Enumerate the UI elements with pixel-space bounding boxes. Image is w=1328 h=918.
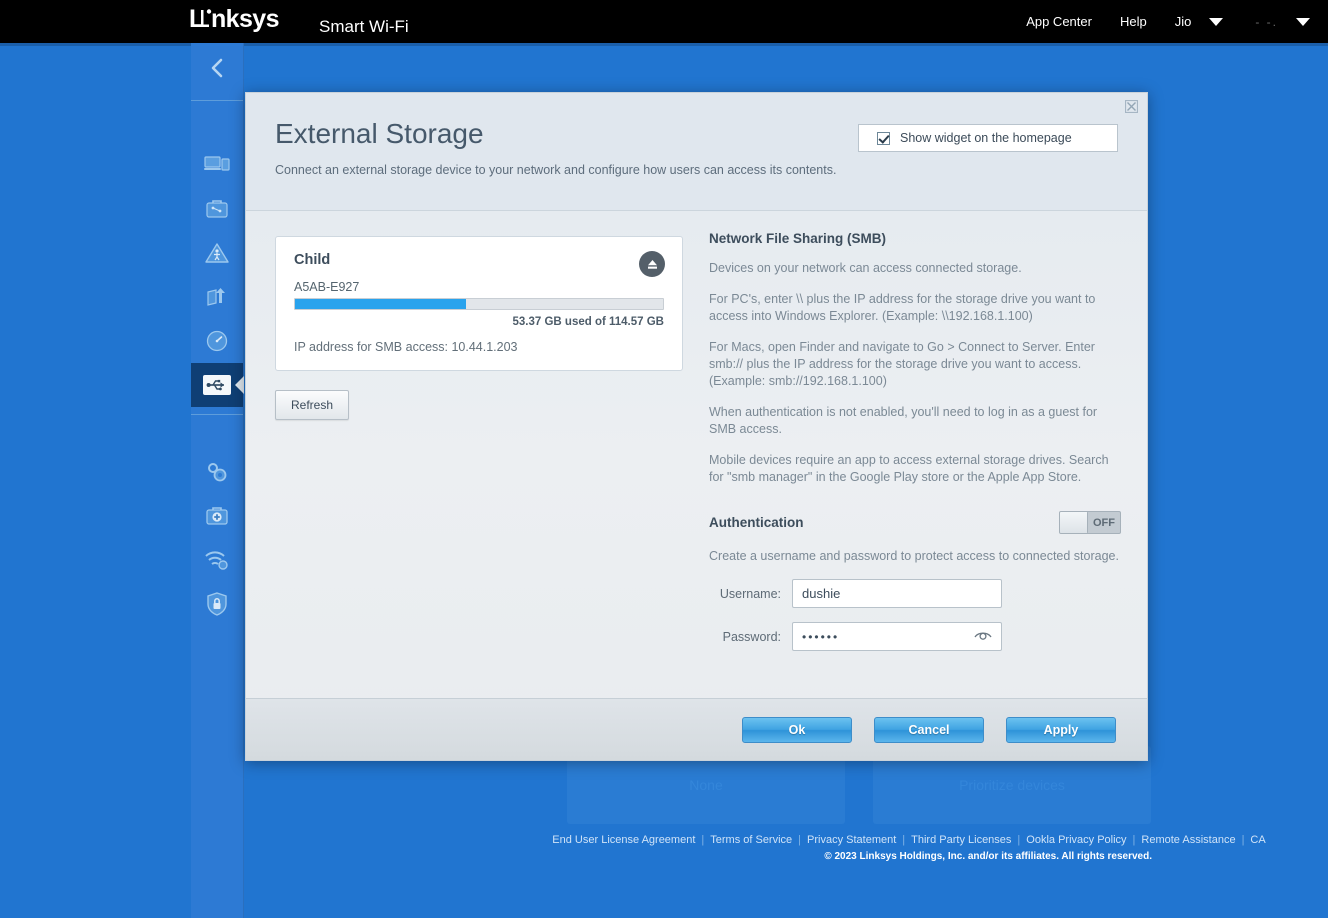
authentication-toggle[interactable]: OFF xyxy=(1059,511,1121,534)
eject-button[interactable] xyxy=(639,251,665,277)
sidebar-item-external-storage[interactable] xyxy=(191,363,244,407)
username-value: dushie xyxy=(802,586,841,601)
authentication-toggle-state: OFF xyxy=(1093,516,1115,529)
devices-icon xyxy=(204,156,230,171)
svg-text:nksys: nksys xyxy=(211,6,279,32)
authentication-heading: Authentication xyxy=(709,515,804,530)
toolbox-icon xyxy=(206,200,228,218)
top-navigation: App Center Help Jio - -. xyxy=(1012,0,1328,43)
dialog-body: Child A5AB-E927 53.37 GB used of 114.57 … xyxy=(246,211,1147,699)
password-value: •••••• xyxy=(802,629,840,644)
warning-triangle-icon xyxy=(205,243,229,263)
dialog-header: External Storage Connect an external sto… xyxy=(246,93,1147,211)
nav-app-center[interactable]: App Center xyxy=(1012,0,1106,43)
drive-ip-text: IP address for SMB access: 10.44.1.203 xyxy=(294,340,518,354)
external-storage-dialog: External Storage Connect an external sto… xyxy=(245,92,1148,761)
medical-kit-icon xyxy=(206,507,228,525)
page-subtitle: Connect an external storage device to yo… xyxy=(275,163,837,177)
eye-icon[interactable] xyxy=(974,628,992,646)
sidebar-item-connectivity[interactable] xyxy=(191,450,243,494)
smb-paragraph-3: For Macs, open Finder and navigate to Go… xyxy=(709,340,1095,388)
drive-volume-label: A5AB-E927 xyxy=(294,280,360,294)
footer-link-tos[interactable]: Terms of Service xyxy=(710,834,792,846)
password-input[interactable]: •••••• xyxy=(792,622,1002,651)
authentication-header-row: Authentication OFF xyxy=(709,511,1121,534)
username-input[interactable]: dushie xyxy=(792,579,1002,608)
sidebar-divider xyxy=(191,414,243,415)
smb-paragraph-5: Mobile devices require an app to access … xyxy=(709,453,1109,484)
page-title: External Storage xyxy=(275,118,484,149)
footer-link-eula[interactable]: End User License Agreement xyxy=(552,834,695,846)
sidebar-item-parental-controls[interactable] xyxy=(191,231,243,275)
close-icon[interactable] xyxy=(1124,99,1138,114)
smb-column: Network File Sharing (SMB) Devices on yo… xyxy=(709,231,1121,651)
drive-card[interactable]: Child A5AB-E927 53.37 GB used of 114.57 … xyxy=(275,236,683,371)
page-footer: End User License Agreement | Terms of Serv… xyxy=(490,834,1328,862)
smb-heading: Network File Sharing (SMB) xyxy=(709,231,887,246)
footer-link-ca[interactable]: CA xyxy=(1250,834,1265,846)
username-row: Username: dushie xyxy=(709,579,1121,608)
sidebar-item-media-prioritization[interactable] xyxy=(191,275,243,319)
show-widget-label: Show widget on the homepage xyxy=(900,131,1072,145)
nav-language[interactable]: - -. xyxy=(1241,0,1292,43)
chevron-down-icon[interactable] xyxy=(1296,17,1310,26)
footer-link-remote-assistance[interactable]: Remote Assistance xyxy=(1141,834,1235,846)
footer-links: End User License Agreement | Terms of Serv… xyxy=(552,834,1266,846)
sidebar-item-security[interactable] xyxy=(191,582,243,626)
checkbox-checked-icon[interactable] xyxy=(877,131,890,145)
cancel-button[interactable]: Cancel xyxy=(874,716,984,743)
toggle-knob xyxy=(1060,512,1088,533)
wifi-gear-icon xyxy=(205,551,228,570)
authentication-description: Create a username and password to protec… xyxy=(709,549,1119,563)
usb-icon xyxy=(206,379,224,391)
sidebar-item-wireless[interactable] xyxy=(191,538,243,582)
sidebar-item-speed-test[interactable] xyxy=(191,319,243,363)
sidebar-item-guest-access[interactable] xyxy=(191,187,243,231)
shield-lock-icon xyxy=(207,592,227,616)
gears-icon xyxy=(208,463,227,482)
nav-help[interactable]: Help xyxy=(1106,0,1161,43)
storage-devices-column: Child A5AB-E927 53.37 GB used of 114.57 … xyxy=(275,236,683,420)
eject-icon xyxy=(647,259,657,269)
sidebar xyxy=(191,43,244,918)
sidebar-divider xyxy=(191,100,243,101)
brand[interactable]: L nksys Smart Wi-Fi xyxy=(189,6,409,37)
smb-paragraph-4: When authentication is not enabled, you'… xyxy=(709,405,1098,436)
speedometer-icon xyxy=(206,330,228,352)
apply-button[interactable]: Apply xyxy=(1006,716,1116,743)
password-label: Password: xyxy=(722,629,781,644)
product-name: Smart Wi-Fi xyxy=(319,17,409,36)
sidebar-item-troubleshooting[interactable] xyxy=(191,494,243,538)
password-row: Password: •••••• xyxy=(709,622,1121,651)
ok-button[interactable]: Ok xyxy=(742,716,852,743)
dialog-footer: Ok Cancel Apply xyxy=(246,698,1147,760)
smb-paragraph-1: Devices on your network can access conne… xyxy=(709,261,1022,275)
top-bar: L nksys Smart Wi-Fi App Center Help Jio … xyxy=(0,0,1328,43)
show-widget-checkbox-row[interactable]: Show widget on the homepage xyxy=(858,124,1118,152)
footer-link-ookla[interactable]: Ookla Privacy Policy xyxy=(1026,834,1126,846)
storage-usage-text: 53.37 GB used of 114.57 GB xyxy=(512,316,665,328)
sidebar-selected-tile xyxy=(203,375,231,395)
chevron-left-icon xyxy=(211,58,223,78)
chevron-down-icon[interactable] xyxy=(1209,17,1224,26)
sidebar-back-button[interactable] xyxy=(191,43,243,93)
footer-copyright: © 2023 Linksys Holdings, Inc. and/or its… xyxy=(824,851,1152,862)
smb-paragraph-2: For PC's, enter \\ plus the IP address f… xyxy=(709,292,1096,323)
storage-usage-bar xyxy=(294,298,664,310)
drive-name: Child xyxy=(294,252,331,268)
nav-account[interactable]: Jio xyxy=(1161,0,1206,43)
username-label: Username: xyxy=(719,586,781,601)
footer-link-privacy[interactable]: Privacy Statement xyxy=(807,834,896,846)
sidebar-item-device-list[interactable] xyxy=(191,143,243,187)
footer-link-third-party[interactable]: Third Party Licenses xyxy=(911,834,1011,846)
sidebar-selection-arrow-icon xyxy=(235,376,244,394)
linksys-logo-icon: L nksys xyxy=(189,6,279,32)
storage-usage-bar-fill xyxy=(295,299,467,309)
refresh-button[interactable]: Refresh xyxy=(275,390,350,420)
prioritization-icon xyxy=(207,288,225,306)
